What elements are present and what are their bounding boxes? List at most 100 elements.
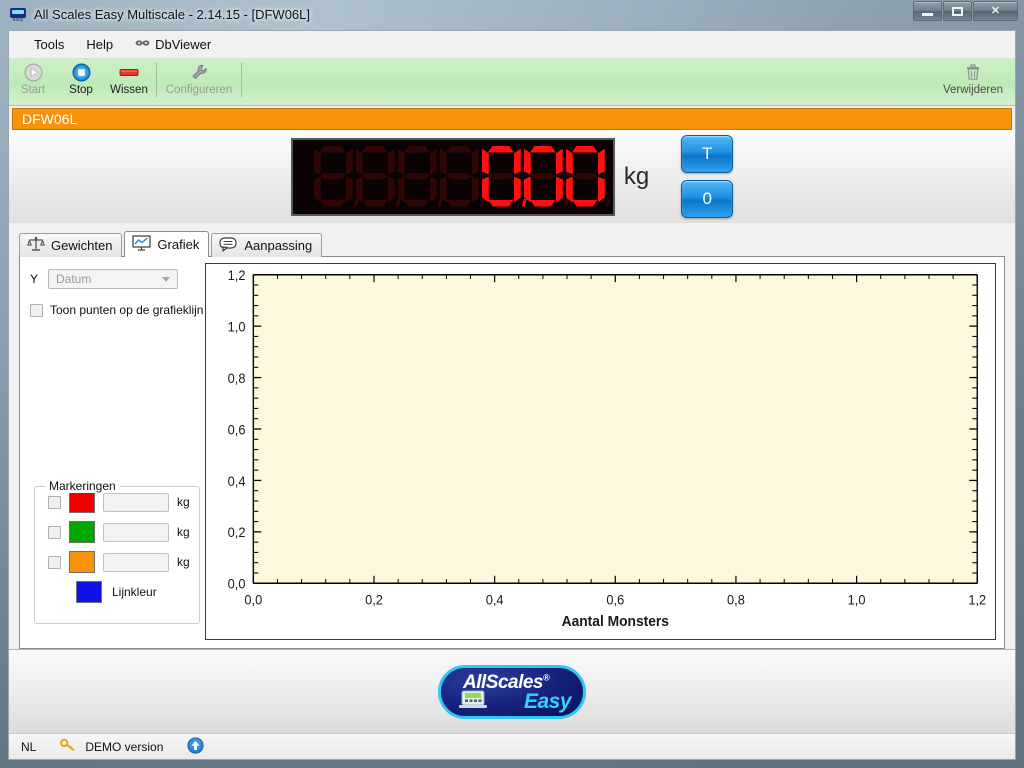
device-name: DFW06L — [22, 111, 78, 127]
maximize-button[interactable] — [943, 1, 972, 21]
chart-board-icon — [132, 235, 152, 254]
tab-grafiek[interactable]: Grafiek — [124, 231, 210, 257]
marking-row: kg — [35, 547, 199, 577]
marking-checkbox-2[interactable] — [48, 525, 61, 539]
svg-text:1,0: 1,0 — [228, 319, 246, 335]
y-axis-label: Y — [29, 272, 38, 286]
toolbar-start-button[interactable]: Start — [9, 59, 57, 104]
led-digit-5 — [523, 146, 569, 208]
toolbar-delete-label: Verwijderen — [942, 84, 1004, 96]
status-bar: NL DEMO version — [9, 733, 1015, 759]
svg-text:0,8: 0,8 — [228, 370, 246, 386]
marking-value-input-1[interactable] — [103, 492, 169, 512]
line-color-label: Lijnkleur — [112, 585, 157, 599]
svg-text:0,6: 0,6 — [606, 592, 624, 608]
weight-display-panel: kg T 0 — [9, 130, 1015, 223]
y-axis-select[interactable]: Datum — [48, 269, 178, 289]
menu-item-label: Help — [86, 37, 114, 52]
toolbar-separator — [156, 63, 157, 97]
led-digit-0 — [313, 146, 359, 208]
marking-color-swatch-2[interactable] — [69, 521, 95, 543]
stop-circle-icon — [72, 63, 91, 81]
window-title: All Scales Easy Multiscale - 2.14.15 - [… — [34, 6, 310, 22]
logo-secondary-label: Easy — [523, 689, 572, 713]
chart-container: 0,0 0,2 0,4 0,6 0,8 1,0 1,2 0,0 0,2 0,4 0,6 0,8 1,0 1… — [205, 257, 1004, 648]
tab-label: Aanpassing — [244, 238, 313, 253]
close-button[interactable]: ✕ — [973, 1, 1018, 21]
scale-indicator-icon — [457, 689, 491, 711]
tare-button[interactable]: T — [681, 135, 734, 173]
toolbar-wissen-button[interactable]: Wissen — [105, 59, 153, 104]
play-circle-icon — [24, 63, 43, 81]
chart-controls-panel: Y Datum Toon punten op de grafieklijn Ma… — [20, 257, 205, 648]
trash-icon — [965, 63, 981, 84]
toolbar: Start Stop Wissen Configureren Verwijder… — [9, 59, 1015, 106]
markings-group: Markeringen kg kg kg Lijnkleur — [34, 479, 200, 624]
led-weight-display — [290, 137, 615, 216]
toolbar-button-label: Configureren — [165, 84, 233, 96]
device-header-bar: DFW06L — [12, 108, 1012, 130]
application-window: easy All Scales Easy Multiscale - 2.14.1… — [0, 0, 1024, 768]
marking-value-input-3[interactable] — [103, 552, 169, 572]
tab-label: Gewichten — [51, 238, 113, 253]
status-license: DEMO version — [85, 739, 164, 754]
erase-bar-icon — [118, 63, 140, 81]
toolbar-button-label: Start — [20, 84, 46, 96]
marking-unit-label: kg — [177, 525, 190, 539]
toolbar-stop-button[interactable]: Stop — [57, 59, 105, 104]
line-color-row: Lijnkleur — [35, 577, 199, 607]
marking-color-swatch-3[interactable] — [69, 551, 95, 573]
marking-checkbox-1[interactable] — [48, 495, 61, 509]
marking-unit-label: kg — [177, 555, 190, 569]
marking-checkbox-3[interactable] — [48, 555, 61, 569]
key-icon — [60, 738, 76, 755]
client-area: Tools Help DbViewer Start Stop Wissen Co… — [8, 30, 1016, 760]
svg-text:0,8: 0,8 — [727, 592, 745, 608]
toolbar-button-label: Stop — [69, 84, 93, 96]
markings-group-title: Markeringen — [45, 479, 120, 493]
marking-value-input-2[interactable] — [103, 522, 169, 542]
svg-text:easy: easy — [13, 17, 24, 23]
menu-item-help[interactable]: Help — [75, 33, 124, 56]
update-arrow-icon[interactable] — [187, 736, 204, 757]
title-bar[interactable]: easy All Scales Easy Multiscale - 2.14.1… — [0, 0, 1024, 28]
branding-area: AllScales® Easy — [9, 649, 1015, 733]
marking-color-swatch-1[interactable] — [69, 491, 95, 513]
led-digit-1 — [355, 146, 401, 208]
menu-bar: Tools Help DbViewer — [9, 31, 1015, 59]
led-digit-6 — [565, 146, 611, 208]
wrench-icon — [190, 63, 209, 81]
minimize-button[interactable] — [913, 1, 942, 21]
tab-gewichten[interactable]: Gewichten — [19, 233, 123, 257]
svg-text:1,2: 1,2 — [228, 268, 246, 284]
toolbar-verwijderen-button[interactable]: Verwijderen — [937, 59, 1009, 104]
weight-unit-label: kg — [623, 162, 650, 190]
svg-text:0,0: 0,0 — [244, 592, 262, 608]
svg-text:Aantal Monsters: Aantal Monsters — [562, 614, 669, 631]
balance-scale-icon — [27, 236, 45, 255]
chevron-down-icon — [162, 276, 170, 282]
marking-unit-label: kg — [177, 495, 190, 509]
show-points-row[interactable]: Toon punten op de grafieklijn — [28, 303, 205, 317]
tab-aanpassing[interactable]: Aanpassing — [211, 233, 323, 257]
menu-item-label: Tools — [34, 37, 65, 52]
line-color-swatch[interactable] — [76, 581, 102, 603]
svg-text:1,2: 1,2 — [968, 592, 986, 608]
svg-text:0,0: 0,0 — [228, 576, 246, 592]
led-digit-4 — [481, 146, 527, 208]
show-points-checkbox[interactable] — [30, 303, 43, 317]
marking-row: kg — [35, 517, 199, 547]
svg-text:0,2: 0,2 — [228, 525, 246, 541]
menu-item-tools[interactable]: Tools — [23, 33, 75, 56]
toolbar-configureren-button[interactable]: Configureren — [160, 59, 238, 104]
close-icon: ✕ — [990, 4, 1001, 17]
svg-text:0,6: 0,6 — [228, 422, 246, 438]
toolbar-separator — [241, 63, 242, 97]
zero-button-label: 0 — [702, 189, 712, 208]
toolbar-button-label: Wissen — [110, 84, 148, 96]
chart-plot: 0,0 0,2 0,4 0,6 0,8 1,0 1,2 0,0 0,2 0,4 0,6 0,8 1,0 1… — [228, 268, 987, 631]
menu-item-dbviewer[interactable]: DbViewer — [124, 33, 222, 56]
menu-item-label: DbViewer — [155, 37, 212, 52]
zero-button[interactable]: 0 — [681, 180, 734, 218]
svg-text:0,4: 0,4 — [486, 592, 504, 608]
